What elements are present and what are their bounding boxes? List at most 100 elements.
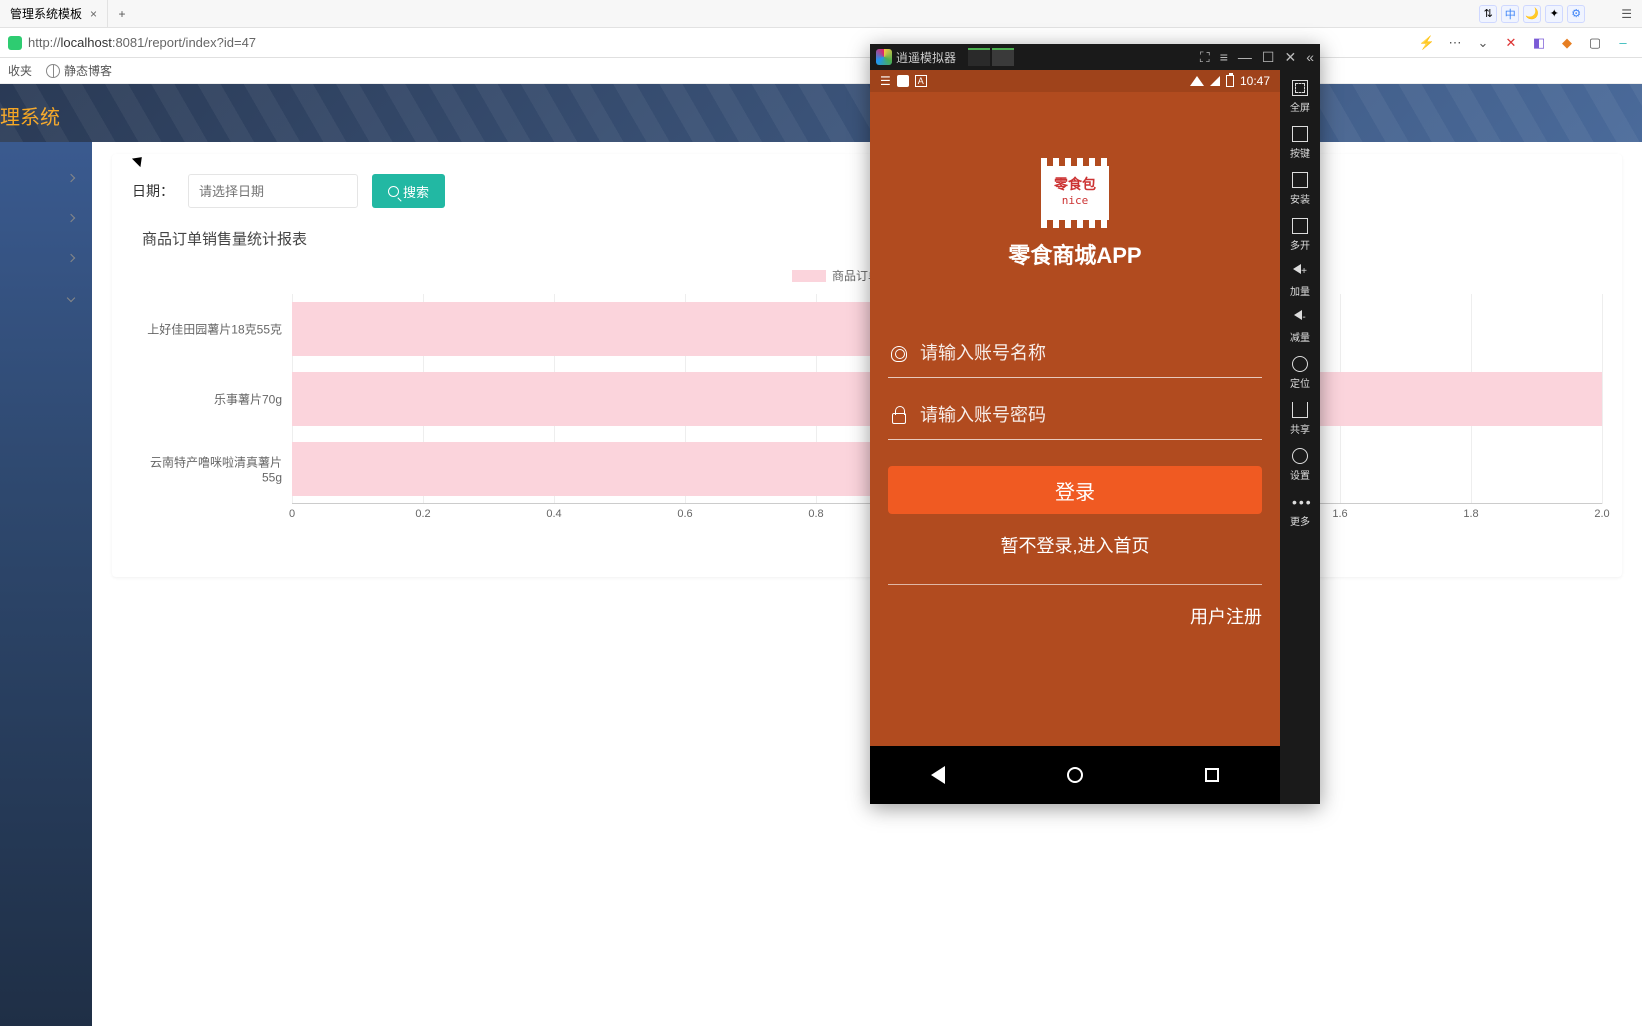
nav-home-icon[interactable] xyxy=(1067,767,1083,783)
secure-icon xyxy=(8,36,22,50)
nav-recent-icon[interactable] xyxy=(1205,768,1219,782)
chart-x-tick: 0 xyxy=(289,508,295,520)
ext-icon[interactable]: ◆ xyxy=(1556,35,1578,51)
tool-share[interactable]: 共享 xyxy=(1280,396,1320,442)
close-icon[interactable]: × xyxy=(90,7,97,21)
moon-icon[interactable]: 🌙 xyxy=(1523,5,1541,23)
search-icon xyxy=(388,186,399,197)
tool-volume-up[interactable]: +加量 xyxy=(1280,258,1320,304)
emulator-side-toolbar: 全屏 按键 安装 多开 +加量 -减量 定位 共享 设置 •••更多 xyxy=(1280,70,1320,804)
close-icon[interactable]: ✕ xyxy=(1500,35,1522,51)
register-link[interactable]: 用户注册 xyxy=(888,603,1262,629)
status-time: 10:47 xyxy=(1240,74,1270,88)
gear-icon[interactable]: ⚙ xyxy=(1567,5,1585,23)
divider xyxy=(888,584,1262,585)
date-label: 日期： xyxy=(132,181,174,201)
emulator-logo-icon xyxy=(876,49,892,65)
chevron-down-icon xyxy=(67,294,75,302)
collapse-icon[interactable]: « xyxy=(1306,49,1314,66)
tab-title: 管理系统模板 xyxy=(10,5,82,22)
ext-icon[interactable]: ◧ xyxy=(1528,35,1550,51)
minimize-icon[interactable]: — xyxy=(1238,49,1252,66)
password-input[interactable] xyxy=(920,405,1262,426)
new-tab-button[interactable]: + xyxy=(108,7,136,21)
chevron-down-icon[interactable]: ⌄ xyxy=(1472,35,1494,51)
chart-x-tick: 1.6 xyxy=(1332,508,1347,520)
extension-icons: ⇅ 中 🌙 ✦ ⚙ xyxy=(1479,5,1585,23)
chevron-right-icon xyxy=(67,174,75,182)
browser-tab-bar: 管理系统模板 × + ⇅ 中 🌙 ✦ ⚙ ☰ xyxy=(0,0,1642,28)
android-nav-bar xyxy=(870,746,1280,804)
close-icon[interactable]: ✕ xyxy=(1284,49,1296,66)
sidebar-item[interactable] xyxy=(0,198,92,238)
bookmark-item[interactable]: 静态博客 xyxy=(46,62,112,79)
status-icon xyxy=(897,75,909,87)
date-input[interactable] xyxy=(188,174,358,208)
browser-tab[interactable]: 管理系统模板 × xyxy=(0,0,108,28)
fullscreen-icon[interactable]: ⛶ xyxy=(1200,49,1210,66)
chart-y-label: 云南特产噜咪啦清真薯片55g xyxy=(132,454,282,485)
globe-icon xyxy=(46,64,60,78)
tool-more[interactable]: •••更多 xyxy=(1280,488,1320,534)
chart-x-tick: 0.6 xyxy=(677,508,692,520)
url-display[interactable]: http://localhost:8081/report/index?id=47 xyxy=(28,35,256,50)
emulator-titlebar[interactable]: 逍遥模拟器 ⛶ ≡ — ☐ ✕ « xyxy=(870,44,1320,70)
search-button[interactable]: 搜索 xyxy=(372,174,445,208)
flash-icon[interactable]: ⚡ xyxy=(1416,35,1438,51)
header-banner: 理系统 xyxy=(0,84,1642,142)
ext-icon[interactable]: 中 xyxy=(1501,5,1519,23)
address-bar: http://localhost:8081/report/index?id=47… xyxy=(0,28,1642,58)
chart-y-label: 乐事薯片70g xyxy=(132,391,282,408)
chart-x-tick: 0.8 xyxy=(808,508,823,520)
tool-fullscreen[interactable]: 全屏 xyxy=(1280,74,1320,120)
username-input[interactable] xyxy=(920,343,1262,364)
battery-icon xyxy=(1226,75,1234,87)
maximize-icon[interactable]: ☐ xyxy=(1262,49,1275,66)
chart-y-label: 上好佳田园薯片18克55克 xyxy=(132,321,282,338)
tool-settings[interactable]: 设置 xyxy=(1280,442,1320,488)
signal-icon xyxy=(1210,76,1220,86)
tool-volume-down[interactable]: -减量 xyxy=(1280,304,1320,350)
emulator-title: 逍遥模拟器 xyxy=(896,49,956,66)
more-icon[interactable]: ⋯ xyxy=(1444,35,1466,51)
minimize-icon[interactable]: – xyxy=(1612,35,1634,50)
login-button[interactable]: 登录 xyxy=(888,466,1262,514)
user-icon xyxy=(888,343,910,365)
sidebar xyxy=(0,158,92,318)
tool-location[interactable]: 定位 xyxy=(1280,350,1320,396)
chart-bar xyxy=(292,442,947,496)
page-content: 理系统 日期： 搜索 商品订单销售量统计报表 商品订单销售量统计图 上好佳田园薯… xyxy=(0,84,1642,1026)
skip-login-link[interactable]: 暂不登录,进入首页 xyxy=(870,532,1280,558)
tool-multi[interactable]: 多开 xyxy=(1280,212,1320,258)
report-card: 日期： 搜索 商品订单销售量统计报表 商品订单销售量统计图 上好佳田园薯片18克… xyxy=(112,154,1622,577)
ext-icon[interactable]: ✦ xyxy=(1545,5,1563,23)
filter-row: 日期： 搜索 xyxy=(132,174,1602,208)
system-title: 理系统 xyxy=(0,101,60,130)
chevron-right-icon xyxy=(67,214,75,222)
legend-swatch xyxy=(792,270,826,282)
tool-install[interactable]: 安装 xyxy=(1280,166,1320,212)
chart-x-tick: 0.4 xyxy=(546,508,561,520)
overflow-icon[interactable]: ☰ xyxy=(1621,7,1632,21)
menu-icon[interactable]: ≡ xyxy=(1220,49,1228,66)
nav-back-icon[interactable] xyxy=(931,766,945,784)
wifi-icon xyxy=(1190,76,1204,86)
status-icon: A xyxy=(915,75,927,87)
chevron-right-icon xyxy=(67,254,75,262)
tool-keymap[interactable]: 按键 xyxy=(1280,120,1320,166)
password-field-row xyxy=(888,392,1262,440)
bookmark-item[interactable]: 收夹 xyxy=(8,62,32,79)
emulator-window: 逍遥模拟器 ⛶ ≡ — ☐ ✕ « ☰ A 10:47 xyxy=(870,44,1320,804)
login-form xyxy=(888,330,1262,440)
sidebar-item[interactable] xyxy=(0,158,92,198)
sidebar-icon[interactable]: ▢ xyxy=(1584,35,1606,51)
emulator-instance-tab[interactable] xyxy=(992,48,1014,66)
chart-x-tick: 2.0 xyxy=(1594,508,1609,520)
sidebar-item[interactable] xyxy=(0,238,92,278)
chart-gridline xyxy=(1602,294,1603,504)
app-logo-block: 零食包 nice 零食商城APP xyxy=(870,162,1280,270)
bookmarks-bar: 收夹 静态博客 xyxy=(0,58,1642,84)
emulator-instance-tab[interactable] xyxy=(968,48,990,66)
ext-icon[interactable]: ⇅ xyxy=(1479,5,1497,23)
sidebar-item[interactable] xyxy=(0,278,92,318)
